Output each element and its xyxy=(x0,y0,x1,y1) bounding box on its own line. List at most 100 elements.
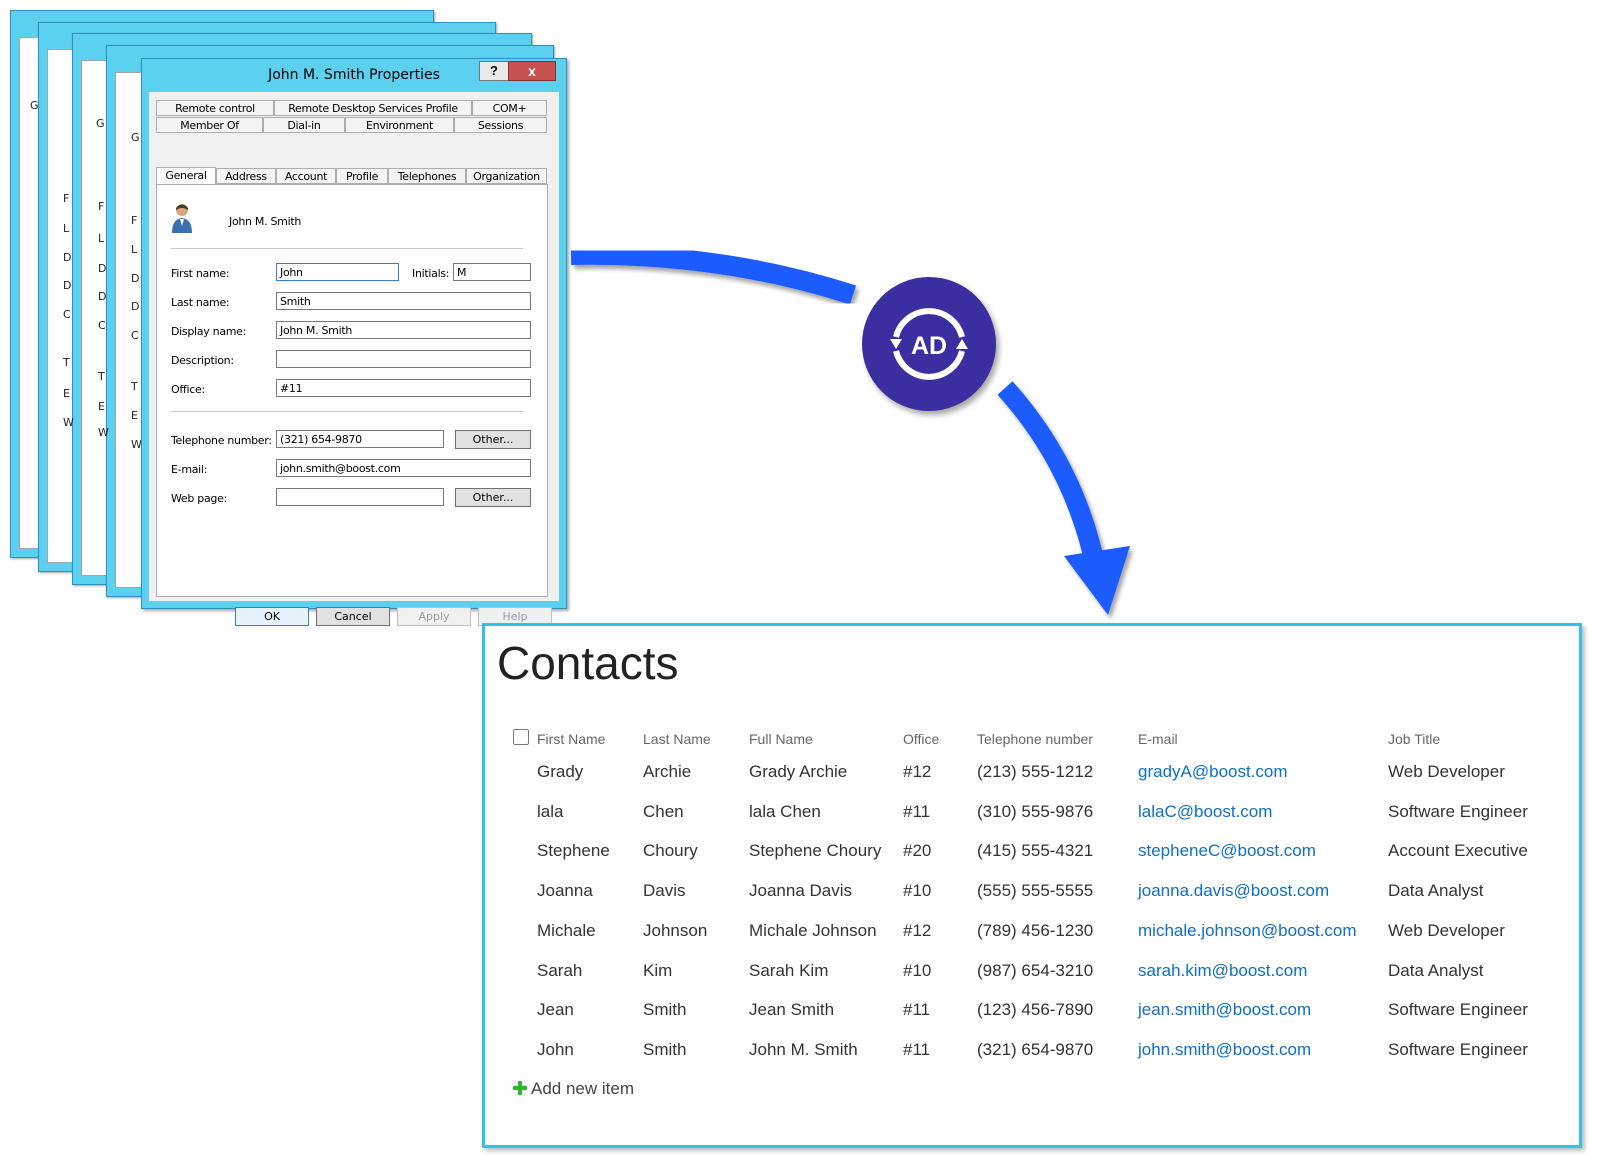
tab-environment[interactable]: Environment xyxy=(345,117,454,133)
column-header-full-name[interactable]: Full Name xyxy=(749,731,813,747)
web-page-other-button[interactable]: Other... xyxy=(455,488,531,507)
cell-telephone: (310) 555-9876 xyxy=(977,801,1094,821)
cell-email[interactable]: joanna.davis@boost.com xyxy=(1138,881,1329,901)
background-text-fragment: C xyxy=(63,308,71,321)
tab-remote-desktop[interactable]: Remote Desktop Services Profile xyxy=(274,100,472,116)
description-field[interactable] xyxy=(276,350,531,368)
cell-first-name: Stephene xyxy=(537,841,610,861)
column-header-last-name[interactable]: Last Name xyxy=(643,731,711,747)
cell-first-name: Jean xyxy=(537,1000,574,1020)
tab-com[interactable]: COM+ xyxy=(472,100,547,116)
select-all-checkbox[interactable] xyxy=(513,729,529,745)
initials-field[interactable]: M xyxy=(453,263,531,281)
cell-telephone: (555) 555-5555 xyxy=(977,881,1094,901)
background-text-fragment: D xyxy=(63,251,72,264)
cell-office: #11 xyxy=(903,1039,931,1059)
cell-job-title: Account Executive xyxy=(1388,841,1528,861)
apply-button[interactable]: Apply xyxy=(397,607,471,626)
background-text-fragment: L xyxy=(131,243,138,256)
column-header-email[interactable]: E-mail xyxy=(1138,731,1178,747)
ad-sync-badge: AD xyxy=(862,277,996,411)
cell-full-name: Grady Archie xyxy=(749,762,848,781)
cell-last-name: Chen xyxy=(643,801,684,821)
last-name-field[interactable]: Smith xyxy=(276,292,531,310)
add-new-item-link[interactable]: Add new item xyxy=(513,1079,634,1099)
first-name-field[interactable]: John xyxy=(276,263,399,281)
cell-office: #20 xyxy=(903,841,932,861)
web-page-label: Web page: xyxy=(171,492,227,505)
background-text-fragment: C xyxy=(98,319,106,332)
user-avatar-icon xyxy=(172,204,192,233)
telephone-field[interactable]: (321) 654-9870 xyxy=(276,430,444,448)
background-text-fragment: G xyxy=(131,131,140,144)
cell-last-name: Davis xyxy=(643,881,686,901)
cell-email[interactable]: lalaC@boost.com xyxy=(1138,802,1272,822)
cell-job-title: Software Engineer xyxy=(1388,1000,1528,1020)
last-name-label: Last name: xyxy=(171,296,230,309)
background-text-fragment: D xyxy=(98,290,107,303)
email-field[interactable]: john.smith@boost.com xyxy=(276,459,531,477)
cell-job-title: Software Engineer xyxy=(1388,801,1528,821)
cell-telephone: (415) 555-4321 xyxy=(977,841,1094,861)
tab-telephones[interactable]: Telephones xyxy=(388,168,466,184)
background-text-fragment: W xyxy=(98,426,109,439)
separator xyxy=(171,248,523,249)
cell-email[interactable]: sarah.kim@boost.com xyxy=(1138,961,1307,981)
cell-email[interactable]: michale.johnson@boost.com xyxy=(1138,921,1357,941)
arrow-head xyxy=(1064,546,1130,615)
web-page-field[interactable] xyxy=(276,488,444,506)
tab-remote-control[interactable]: Remote control xyxy=(156,100,274,116)
background-text-fragment: G xyxy=(96,117,105,130)
cell-last-name: Johnson xyxy=(643,920,708,940)
ok-button[interactable]: OK xyxy=(235,607,309,626)
initials-label: Initials: xyxy=(412,267,450,280)
cell-last-name: Smith xyxy=(643,1039,687,1059)
column-header-office[interactable]: Office xyxy=(903,731,939,747)
tab-sessions[interactable]: Sessions xyxy=(454,117,547,133)
cell-telephone: (321) 654-9870 xyxy=(977,1039,1094,1059)
telephone-label: Telephone number: xyxy=(171,434,272,447)
cell-email[interactable]: jean.smith@boost.com xyxy=(1138,1000,1311,1020)
tab-address[interactable]: Address xyxy=(216,168,276,184)
column-header-job-title[interactable]: Job Title xyxy=(1388,731,1440,747)
cell-email[interactable]: stepheneC@boost.com xyxy=(1138,841,1316,861)
tab-profile[interactable]: Profile xyxy=(336,168,388,184)
ad-logo-icon: AD xyxy=(890,308,968,380)
cell-job-title: Software Engineer xyxy=(1388,1039,1528,1059)
tab-member-of[interactable]: Member Of xyxy=(156,117,263,133)
cell-email[interactable]: john.smith@boost.com xyxy=(1138,1040,1311,1060)
telephone-other-button[interactable]: Other... xyxy=(455,430,531,449)
cancel-button[interactable]: Cancel xyxy=(316,607,390,626)
display-header: John M. Smith xyxy=(229,215,302,228)
background-text-fragment: D xyxy=(131,272,140,285)
background-text-fragment: F xyxy=(63,192,70,205)
cell-telephone: (789) 456-1230 xyxy=(977,920,1094,940)
background-text-fragment: W xyxy=(63,416,74,429)
contacts-title: Contacts xyxy=(497,637,679,689)
cell-first-name: lala xyxy=(537,801,564,821)
column-header-first-name[interactable]: First Name xyxy=(537,731,605,747)
cell-telephone: (123) 456-7890 xyxy=(977,1000,1094,1020)
background-text-fragment: F xyxy=(98,200,105,213)
cell-first-name: Sarah xyxy=(537,960,583,980)
email-label: E-mail: xyxy=(171,463,208,476)
background-text-fragment: L xyxy=(63,222,70,235)
properties-dialog: John M. Smith Properties ? x Remote cont… xyxy=(141,58,567,626)
cell-first-name: John xyxy=(537,1039,574,1059)
cell-job-title: Data Analyst xyxy=(1388,960,1484,980)
cell-email[interactable]: gradyA@boost.com xyxy=(1138,762,1288,782)
display-name-field[interactable]: John M. Smith xyxy=(276,321,531,339)
close-button[interactable]: x xyxy=(508,61,556,81)
background-text-fragment: D xyxy=(98,262,107,275)
tab-dial-in[interactable]: Dial-in xyxy=(263,117,345,133)
cell-full-name: Michale Johnson xyxy=(749,920,877,940)
tab-organization[interactable]: Organization xyxy=(466,168,547,184)
background-text-fragment: L xyxy=(98,232,105,245)
cell-job-title: Data Analyst xyxy=(1388,881,1484,901)
office-field[interactable]: #11 xyxy=(276,379,531,397)
tab-account[interactable]: Account xyxy=(276,168,336,184)
column-header-telephone[interactable]: Telephone number xyxy=(977,731,1093,747)
cell-full-name: Jean Smith xyxy=(749,1000,835,1020)
cell-job-title: Web Developer xyxy=(1388,920,1505,940)
help-button[interactable]: ? xyxy=(479,61,509,81)
